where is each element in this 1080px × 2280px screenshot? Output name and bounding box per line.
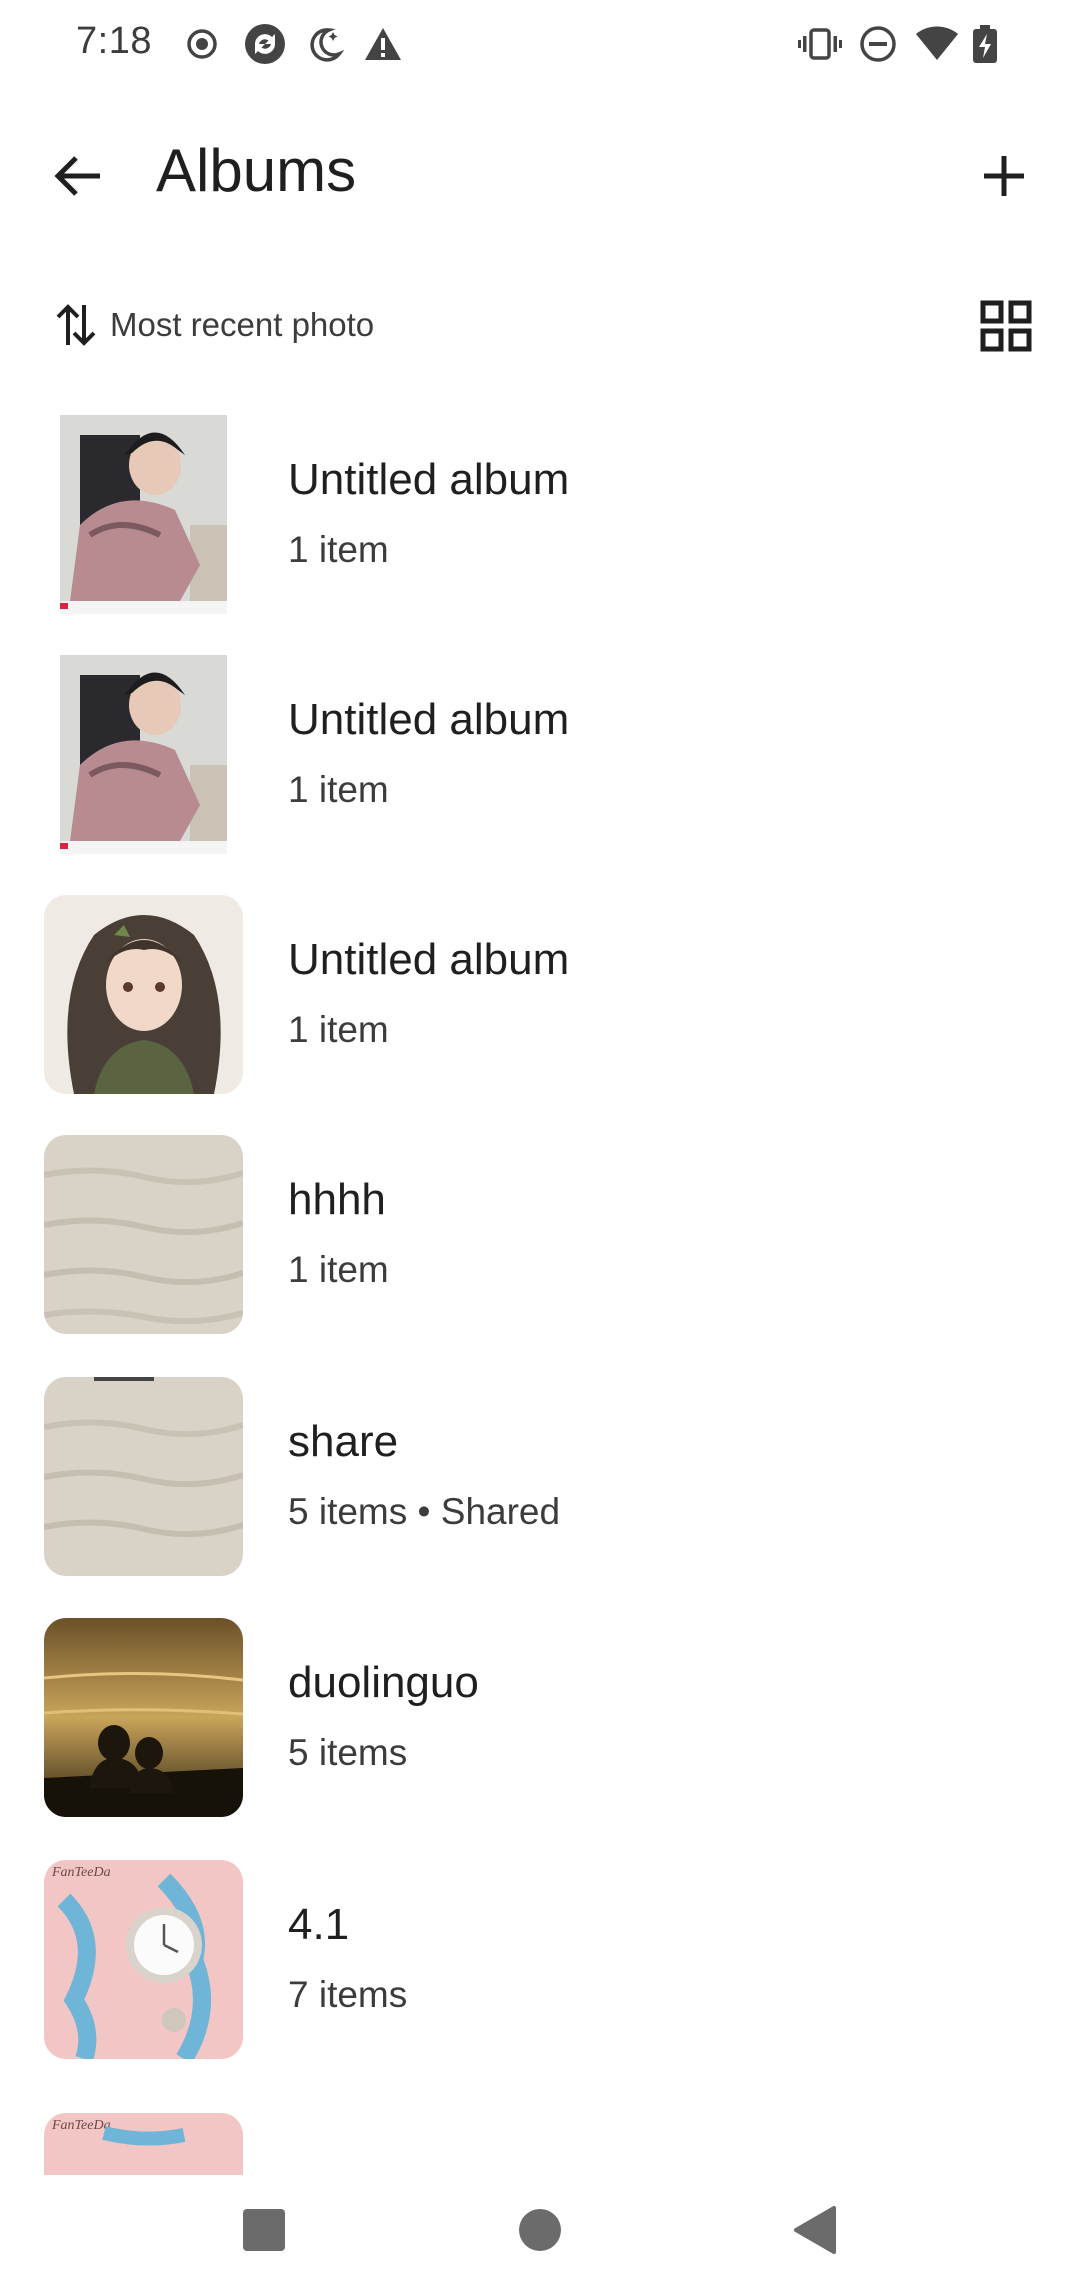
album-item-count: 1 item — [288, 1009, 389, 1050]
album-item-count: 7 items — [288, 1974, 408, 2015]
album-cover — [44, 1377, 243, 1576]
album-cover — [60, 655, 227, 854]
grid-view-icon — [980, 300, 1032, 352]
album-item-count: 5 items • Shared — [288, 1491, 561, 1532]
system-nav-bar — [0, 2180, 1080, 2280]
album-item-count: 1 item — [288, 1249, 389, 1290]
album-row[interactable]: FanTeeDa — [0, 2113, 1080, 2175]
night-mode-icon — [310, 28, 345, 62]
album-row[interactable]: FanTeeDa 4.1 7 items — [0, 1850, 1080, 2094]
wifi-icon — [916, 26, 958, 61]
album-list: Untitled album 1 item Untitled album 1 i… — [0, 405, 1080, 2175]
album-cover: FanTeeDa — [44, 1860, 243, 2059]
album-cover: FanTeeDa — [44, 2113, 243, 2175]
sort-button[interactable]: Most recent photo — [54, 290, 374, 360]
album-title: Untitled album — [288, 455, 570, 504]
album-row[interactable]: hhhh 1 item — [0, 1125, 1080, 1369]
page-title: Albums — [156, 137, 357, 204]
album-title: Untitled album — [288, 935, 570, 984]
warning-icon — [365, 28, 401, 60]
album-title: Untitled album — [288, 695, 570, 744]
albums-screen: 7:18 Albums Most recent photo Untitled a… — [0, 0, 1080, 2280]
album-title: share — [288, 1417, 399, 1466]
album-row[interactable]: Untitled album 1 item — [0, 405, 1080, 649]
album-row[interactable]: Untitled album 1 item — [0, 645, 1080, 889]
watermark-text: FanTeeDa — [51, 1865, 111, 1880]
album-cover — [60, 415, 227, 614]
record-icon — [187, 29, 217, 59]
album-item-count: 5 items — [288, 1732, 408, 1773]
back-button[interactable] — [40, 138, 116, 214]
vibrate-icon — [798, 28, 842, 60]
home-circle-icon[interactable] — [510, 2200, 570, 2260]
status-time: 7:18 — [76, 20, 152, 62]
do-not-disturb-icon — [860, 26, 896, 62]
album-cover — [44, 1618, 243, 1817]
arrow-back-icon — [54, 156, 100, 196]
app-bar: Albums — [0, 110, 1080, 230]
album-item-count: 1 item — [288, 529, 389, 570]
album-row[interactable]: share 5 items • Shared — [0, 1367, 1080, 1611]
sort-row: Most recent photo — [0, 290, 1080, 360]
battery-charging-icon — [973, 25, 997, 63]
album-cover — [44, 895, 243, 1094]
album-item-count: 1 item — [288, 769, 389, 810]
album-cover — [44, 1135, 243, 1334]
album-row[interactable]: duolinguo 5 items — [0, 1608, 1080, 1852]
plus-icon — [984, 156, 1024, 196]
sync-icon — [245, 24, 285, 64]
album-title: 4.1 — [288, 1900, 350, 1949]
album-title: duolinguo — [288, 1658, 479, 1707]
sort-arrows-icon — [56, 304, 96, 346]
watermark-text: FanTeeDa — [51, 2118, 111, 2133]
add-album-button[interactable] — [966, 138, 1042, 214]
status-bar: 7:18 — [0, 0, 1080, 90]
recents-square-icon[interactable] — [234, 2200, 294, 2260]
album-row[interactable]: Untitled album 1 item — [0, 885, 1080, 1129]
album-title: hhhh — [288, 1175, 386, 1224]
grid-view-button[interactable] — [980, 300, 1032, 352]
back-triangle-icon[interactable] — [786, 2200, 846, 2260]
sort-label: Most recent photo — [110, 306, 375, 343]
